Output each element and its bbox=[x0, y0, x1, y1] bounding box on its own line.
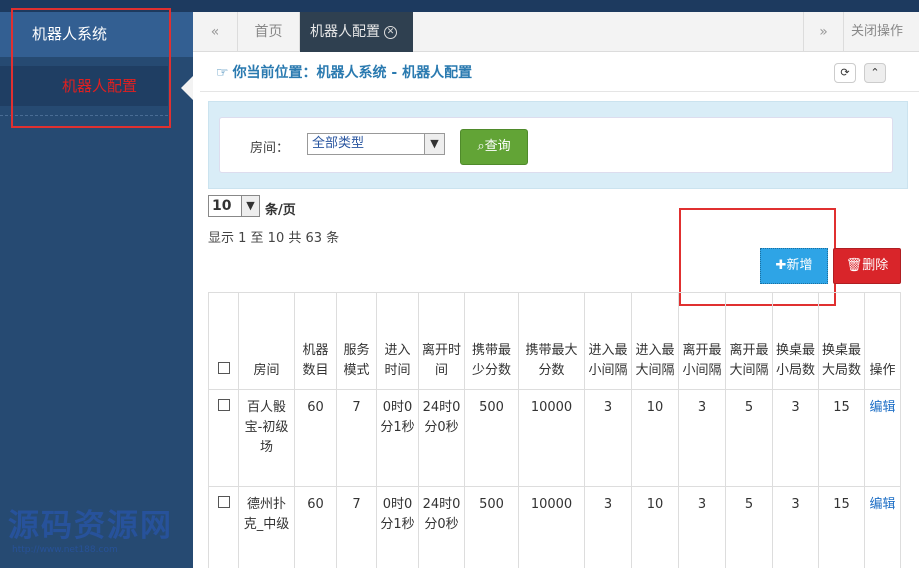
double-chevron-left-icon: « bbox=[210, 24, 220, 40]
edit-link[interactable]: 编辑 bbox=[869, 497, 895, 512]
cell-room: 百人骰宝-初级场 bbox=[238, 389, 295, 487]
cell-max-score: 10000 bbox=[518, 486, 585, 568]
cell-switch-min: 3 bbox=[772, 389, 819, 487]
cell-min-score: 500 bbox=[464, 486, 519, 568]
tab-label: 机器人配置 bbox=[310, 24, 380, 40]
table-row: 德州扑克_中级 60 7 0时0分1秒 24时0分0秒 500 10000 3 … bbox=[208, 486, 901, 568]
header-enter-min-interval: 进入最小间隔 bbox=[584, 292, 632, 390]
cell-robot-count: 60 bbox=[294, 486, 337, 568]
tab-robot-config[interactable]: 机器人配置 ✕ bbox=[300, 12, 413, 52]
main-content: 房间： 全部类型 ▼ ⌕查询 10 ▼ 条/页 显示 1 至 10 共 63 条… bbox=[200, 92, 919, 568]
cell-room: 德州扑克_中级 bbox=[238, 486, 295, 568]
row-checkbox[interactable] bbox=[217, 496, 230, 508]
close-icon[interactable]: ✕ bbox=[384, 25, 397, 39]
tab-bar: « 首页 机器人配置 ✕ » 关闭操作 bbox=[193, 12, 919, 52]
cell-action: 编辑 bbox=[864, 486, 901, 568]
cell-enter-max: 10 bbox=[631, 486, 679, 568]
close-operations-dropdown[interactable]: 关闭操作 bbox=[843, 12, 919, 52]
header-room: 房间 bbox=[238, 292, 295, 390]
showing-info: 显示 1 至 10 共 63 条 bbox=[208, 231, 340, 246]
cell-enter-time: 0时0分1秒 bbox=[376, 486, 419, 568]
search-icon: ⌕ bbox=[477, 139, 485, 154]
select-all-checkbox[interactable] bbox=[217, 362, 230, 374]
cell-switch-max: 15 bbox=[818, 486, 865, 568]
query-label: 查询 bbox=[484, 139, 511, 154]
refresh-icon: ⟳ bbox=[840, 66, 850, 79]
header-robot-count: 机器数目 bbox=[294, 292, 337, 390]
cell-service-mode: 7 bbox=[336, 486, 377, 568]
chevron-up-icon: ⌃ bbox=[870, 66, 880, 79]
active-pointer bbox=[181, 76, 193, 100]
table-header-row: 房间 机器数目 服务模式 进入时间 离开时间 携带最少分数 携带最大分数 进入最… bbox=[208, 292, 901, 390]
header-switch-min-rounds: 换桌最小局数 bbox=[772, 292, 819, 390]
cell-switch-max: 15 bbox=[818, 389, 865, 487]
delete-button[interactable]: 🗑删除 bbox=[833, 248, 901, 284]
header-leave-time: 离开时间 bbox=[418, 292, 465, 390]
trash-icon: 🗑 bbox=[845, 258, 863, 273]
tab-scroll-left-button[interactable]: « bbox=[193, 12, 238, 52]
edit-link[interactable]: 编辑 bbox=[869, 400, 895, 415]
cell-leave-min: 3 bbox=[678, 486, 726, 568]
double-chevron-right-icon: » bbox=[819, 24, 828, 40]
watermark-url: http://www.net188.com bbox=[12, 545, 118, 555]
tab-scroll-right-button[interactable]: » bbox=[803, 12, 843, 52]
breadcrumb: ☞ 你当前位置：机器人系统 - 机器人配置 bbox=[216, 52, 472, 94]
add-button[interactable]: ✚新增 bbox=[760, 248, 828, 284]
cell-max-score: 10000 bbox=[518, 389, 585, 487]
cell-action: 编辑 bbox=[864, 389, 901, 487]
cell-enter-max: 10 bbox=[631, 389, 679, 487]
robot-config-table: 房间 机器数目 服务模式 进入时间 离开时间 携带最少分数 携带最大分数 进入最… bbox=[208, 292, 901, 568]
header-leave-max-interval: 离开最大间隔 bbox=[725, 292, 773, 390]
cell-switch-min: 3 bbox=[772, 486, 819, 568]
hand-pointer-icon: ☞ bbox=[216, 65, 229, 81]
search-form: 房间： 全部类型 ▼ ⌕查询 bbox=[219, 117, 893, 173]
header-max-score: 携带最大分数 bbox=[518, 292, 585, 390]
delete-label: 删除 bbox=[862, 258, 889, 273]
tab-home[interactable]: 首页 bbox=[238, 12, 300, 52]
highlight-box-sidebar bbox=[11, 8, 171, 128]
header-select-all bbox=[208, 292, 239, 390]
header-service-mode: 服务模式 bbox=[336, 292, 377, 390]
cell-enter-min: 3 bbox=[584, 389, 632, 487]
row-select-cell bbox=[208, 486, 239, 568]
watermark-text: 源码资源网 bbox=[8, 508, 173, 544]
add-label: 新增 bbox=[786, 258, 813, 273]
query-button[interactable]: ⌕查询 bbox=[460, 129, 528, 165]
header-leave-min-interval: 离开最小间隔 bbox=[678, 292, 726, 390]
cell-enter-time: 0时0分1秒 bbox=[376, 389, 419, 487]
chevron-down-icon: ▼ bbox=[241, 196, 259, 216]
row-checkbox[interactable] bbox=[217, 399, 230, 411]
cell-robot-count: 60 bbox=[294, 389, 337, 487]
row-select-cell bbox=[208, 389, 239, 487]
breadcrumb-text: 你当前位置：机器人系统 - 机器人配置 bbox=[232, 65, 473, 81]
breadcrumb-bar: ☞ 你当前位置：机器人系统 - 机器人配置 ⟳ ⌃ bbox=[200, 52, 919, 92]
cell-leave-time: 24时0分0秒 bbox=[418, 389, 465, 487]
header-switch-max-rounds: 换桌最大局数 bbox=[818, 292, 865, 390]
header-enter-max-interval: 进入最大间隔 bbox=[631, 292, 679, 390]
cell-leave-time: 24时0分0秒 bbox=[418, 486, 465, 568]
room-select[interactable]: 全部类型 ▼ bbox=[307, 133, 445, 155]
header-min-score: 携带最少分数 bbox=[464, 292, 519, 390]
cell-leave-min: 3 bbox=[678, 389, 726, 487]
room-selected-value: 全部类型 bbox=[312, 136, 365, 151]
header-action: 操作 bbox=[864, 292, 901, 390]
chevron-down-icon: ▼ bbox=[424, 134, 444, 154]
cell-service-mode: 7 bbox=[336, 389, 377, 487]
page-size-value: 10 bbox=[212, 198, 232, 214]
table-row: 百人骰宝-初级场 60 7 0时0分1秒 24时0分0秒 500 10000 3… bbox=[208, 389, 901, 487]
per-page-label: 条/页 bbox=[265, 203, 296, 218]
cell-leave-max: 5 bbox=[725, 389, 773, 487]
search-panel: 房间： 全部类型 ▼ ⌕查询 bbox=[208, 101, 908, 189]
page-size-select[interactable]: 10 ▼ bbox=[208, 195, 260, 217]
cell-min-score: 500 bbox=[464, 389, 519, 487]
collapse-button[interactable]: ⌃ bbox=[864, 63, 886, 83]
refresh-button[interactable]: ⟳ bbox=[834, 63, 856, 83]
plus-icon: ✚ bbox=[775, 258, 787, 273]
cell-leave-max: 5 bbox=[725, 486, 773, 568]
cell-enter-min: 3 bbox=[584, 486, 632, 568]
header-enter-time: 进入时间 bbox=[376, 292, 419, 390]
room-label: 房间： bbox=[250, 141, 290, 156]
